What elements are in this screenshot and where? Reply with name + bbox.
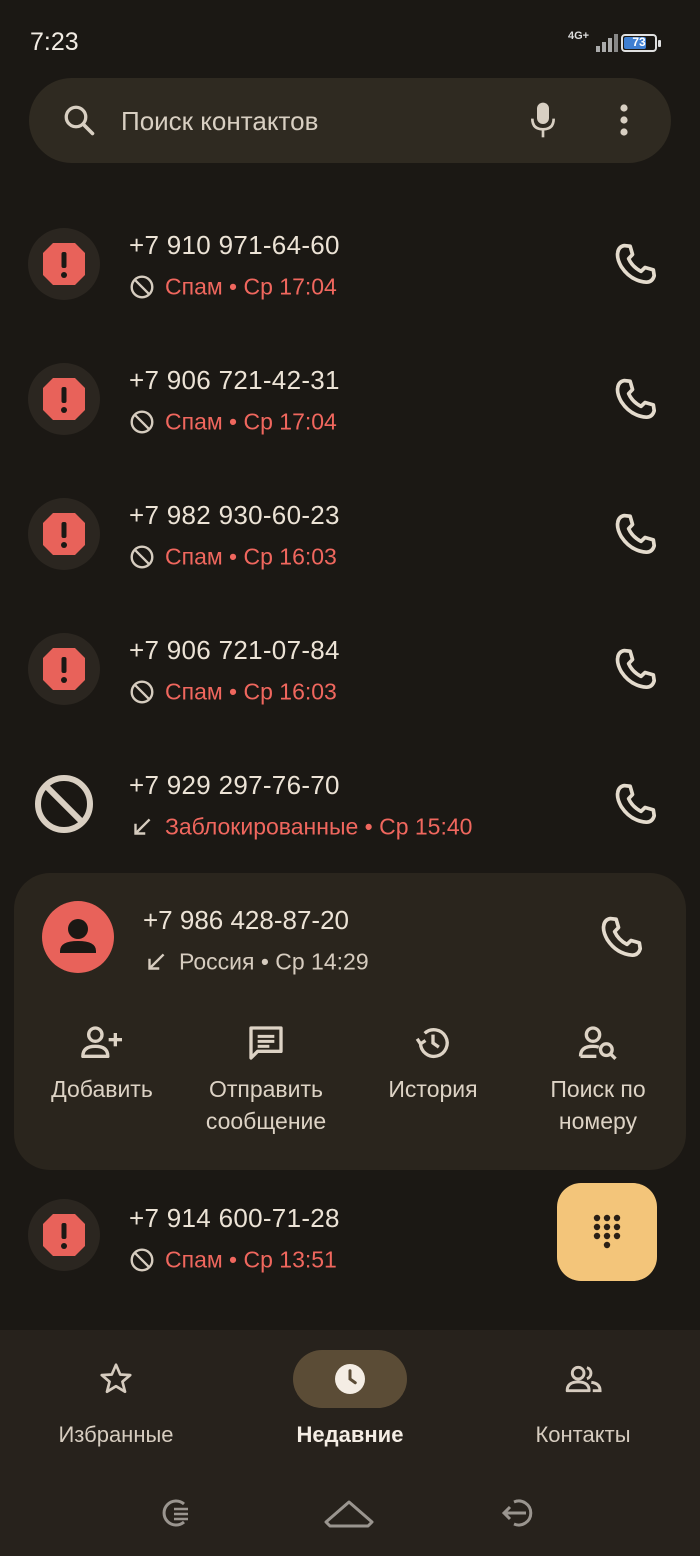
battery-level: 73 [632, 35, 646, 49]
call-meta: Заблокированные • Ср 15:40 [129, 812, 472, 840]
blocked-icon [35, 775, 93, 833]
phone-number: +7 906 721-42-31 [129, 365, 340, 395]
system-navigation [0, 1490, 700, 1540]
action-label: Поиск по номеру [550, 1076, 646, 1134]
action-label: Добавить [51, 1076, 153, 1102]
block-icon [130, 410, 154, 434]
nav-label: Избранные [58, 1422, 174, 1447]
call-row[interactable]: +7 906 721-07-84 Спам • Ср 16:03 [0, 610, 700, 730]
history-icon [415, 1028, 449, 1059]
search-input[interactable]: Поиск контактов [121, 106, 318, 137]
block-icon [130, 680, 154, 704]
add-contact-button[interactable]: Добавить [17, 1023, 187, 1105]
action-label: Отправить сообщение [205, 1076, 327, 1134]
spam-avatar [28, 228, 100, 300]
call-meta-text: Спам • Ср 16:03 [165, 543, 337, 570]
block-icon [130, 1248, 154, 1272]
dialpad-icon [593, 1214, 621, 1249]
block-icon [130, 545, 154, 569]
spam-avatar [28, 1199, 100, 1271]
spam-warning-icon [43, 648, 85, 690]
call-row[interactable]: +7 910 971-64-60 Спам • Ср 17:04 [0, 205, 700, 325]
contacts-icon [565, 1365, 602, 1393]
phone-number: +7 929 297-76-70 [129, 770, 340, 800]
expanded-call-card[interactable]: +7 986 428-87-20 Россия • Ср 14:29 Добав… [14, 873, 686, 1170]
spam-warning-icon [43, 378, 85, 420]
home-icon[interactable] [322, 1490, 376, 1536]
spam-avatar [28, 498, 100, 570]
call-icon[interactable] [610, 643, 662, 695]
person-search-icon [578, 1026, 617, 1061]
recent-apps-icon[interactable] [156, 1490, 196, 1536]
star-icon [100, 1363, 132, 1394]
call-meta: Спам • Ср 16:03 [129, 542, 337, 570]
call-meta: Спам • Ср 17:04 [129, 272, 337, 300]
call-meta: Спам • Ср 17:04 [129, 407, 337, 435]
spam-avatar [28, 363, 100, 435]
status-bar: 7:23 4G+ 73 [0, 0, 700, 80]
call-meta-text: Спам • Ср 17:04 [165, 408, 337, 435]
search-bar[interactable]: Поиск контактов [29, 78, 671, 163]
call-icon[interactable] [610, 778, 662, 830]
person-icon [60, 919, 96, 953]
call-meta: Спам • Ср 13:51 [129, 1245, 337, 1273]
back-icon[interactable] [500, 1490, 542, 1536]
call-icon[interactable] [610, 508, 662, 560]
call-row[interactable]: +7 982 930-60-23 Спам • Ср 16:03 [0, 475, 700, 595]
call-meta: Спам • Ср 16:03 [129, 677, 337, 705]
call-meta-text: Заблокированные • Ср 15:40 [165, 813, 473, 840]
call-icon[interactable] [596, 911, 648, 963]
spam-warning-icon [43, 1214, 85, 1256]
dialpad-button[interactable] [557, 1183, 657, 1281]
block-icon [130, 275, 154, 299]
spam-avatar [28, 633, 100, 705]
nav-recents[interactable]: Недавние [260, 1350, 440, 1448]
search-icon[interactable] [61, 102, 97, 138]
spam-warning-icon [43, 513, 85, 555]
call-meta: Россия • Ср 14:29 [143, 947, 369, 975]
call-meta-text: Спам • Ср 16:03 [165, 678, 337, 705]
phone-number: +7 914 600-71-28 [129, 1203, 340, 1233]
blocked-avatar [28, 768, 100, 840]
nav-favorites[interactable]: Избранные [26, 1350, 206, 1448]
phone-number: +7 982 930-60-23 [129, 500, 340, 530]
call-meta-text: Россия • Ср 14:29 [179, 948, 369, 975]
action-label: История [388, 1076, 478, 1102]
more-options-icon[interactable] [609, 102, 639, 138]
battery-icon: 73 [621, 34, 657, 52]
nav-label: Недавние [296, 1422, 404, 1447]
message-icon [249, 1026, 283, 1060]
send-message-button[interactable]: Отправить сообщение [181, 1023, 351, 1137]
incoming-arrow-icon [148, 953, 165, 970]
call-meta-text: Спам • Ср 13:51 [165, 1246, 337, 1273]
spam-warning-icon [43, 243, 85, 285]
signal-icon [584, 32, 618, 52]
call-icon[interactable] [610, 373, 662, 425]
mic-icon[interactable] [527, 100, 559, 140]
phone-number: +7 986 428-87-20 [143, 905, 350, 935]
history-button[interactable]: История [348, 1023, 518, 1105]
incoming-arrow-icon [134, 818, 151, 835]
nav-contacts[interactable]: Контакты [493, 1350, 673, 1448]
call-icon[interactable] [610, 238, 662, 290]
nav-label: Контакты [535, 1422, 631, 1447]
status-time: 7:23 [30, 28, 79, 56]
call-meta-text: Спам • Ср 17:04 [165, 273, 337, 300]
phone-number: +7 906 721-07-84 [129, 635, 340, 665]
call-row[interactable]: +7 906 721-42-31 Спам • Ср 17:04 [0, 340, 700, 460]
phone-number: +7 910 971-64-60 [129, 230, 340, 260]
add-person-icon [81, 1026, 122, 1058]
lookup-number-button[interactable]: Поиск по номеру [513, 1023, 683, 1137]
contact-avatar [42, 901, 114, 973]
clock-icon [335, 1364, 365, 1394]
call-row[interactable]: +7 929 297-76-70 Заблокированные • Ср 15… [0, 745, 700, 865]
